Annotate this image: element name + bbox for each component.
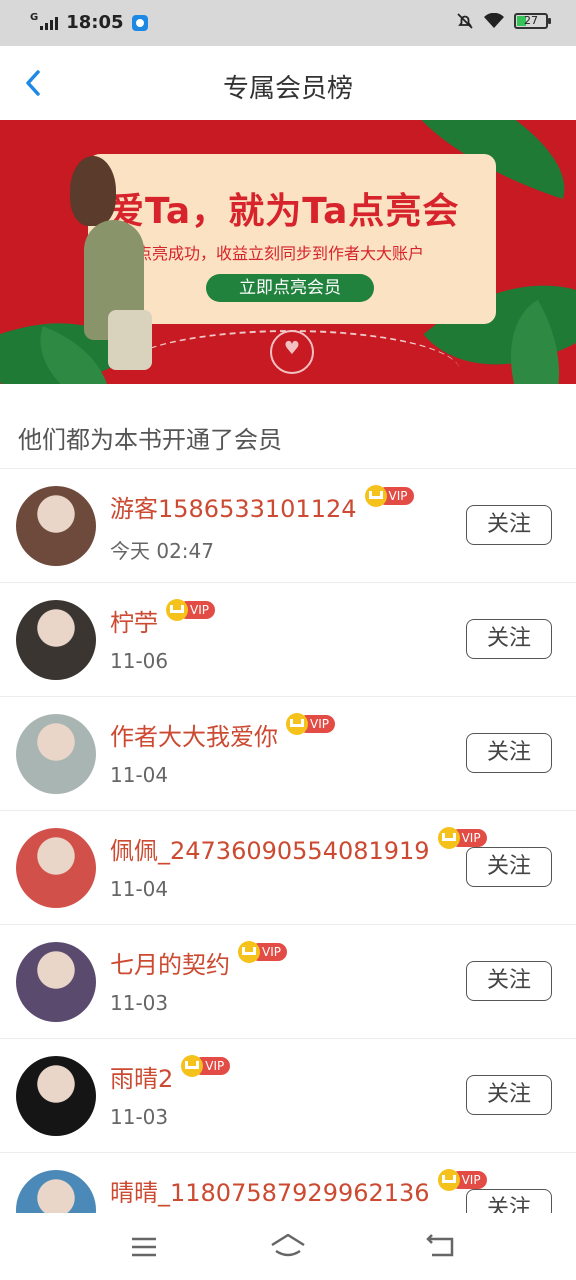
list-item[interactable]: 游客1586533101124 VIP 今天 02:47 关注 [0, 469, 576, 583]
signal-icon [40, 16, 59, 30]
member-time: 11-06 [110, 649, 169, 673]
banner-headline: 爱Ta，就为Ta点亮会员 [108, 191, 460, 284]
follow-button[interactable]: 关注 [466, 1075, 552, 1115]
battery-level: 27 [524, 14, 538, 27]
member-time: 11-04 [110, 877, 169, 901]
member-name[interactable]: 晴晴_11807587929962136 [110, 1173, 430, 1208]
crown-icon [238, 941, 260, 963]
crown-icon [166, 599, 188, 621]
follow-button[interactable]: 关注 [466, 847, 552, 887]
list-item[interactable]: 作者大大我爱你 VIP 11-04 关注 [0, 697, 576, 811]
member-time: 11-03 [110, 991, 169, 1015]
promo-banner[interactable]: 爱Ta，就为Ta点亮会员 点亮成功，收益立刻同步到作者大大账户 立即点亮会员 [0, 120, 576, 384]
section-title: 他们都为本书开通了会员 [18, 426, 282, 454]
status-bar: G 18:05 27 [0, 0, 576, 46]
member-name[interactable]: 作者大大我爱你 [110, 717, 278, 752]
list-item[interactable]: 晴晴_11807587929962136 VIP 关注 [0, 1153, 576, 1213]
system-nav-bar [0, 1213, 576, 1280]
follow-button[interactable]: 关注 [466, 1189, 552, 1213]
follow-button[interactable]: 关注 [466, 733, 552, 773]
page-title: 专属会员榜 [222, 74, 353, 104]
status-time: 18:05 [66, 12, 124, 33]
follow-button[interactable]: 关注 [466, 961, 552, 1001]
wifi-icon [484, 13, 504, 28]
name-line: 佩佩_24736090554081919 VIP [110, 827, 487, 866]
member-time: 今天 02:47 [110, 539, 214, 563]
follow-button[interactable]: 关注 [466, 505, 552, 545]
vip-badge: VIP [437, 827, 487, 849]
member-time: 11-03 [110, 1105, 169, 1129]
status-left: G 18:05 [30, 12, 148, 33]
name-line: 七月的契约 VIP [110, 941, 287, 980]
crown-icon [437, 827, 460, 849]
banner-subtitle: 点亮成功，收益立刻同步到作者大大账户 [136, 244, 425, 263]
top-app-bar: 专属会员榜 [0, 46, 576, 121]
name-line: 作者大大我爱你 VIP [110, 713, 335, 752]
avatar[interactable] [16, 942, 96, 1022]
notification-app-icon [131, 14, 148, 31]
avatar[interactable] [16, 714, 96, 794]
menu-icon[interactable] [124, 1231, 164, 1263]
list-item[interactable]: 雨晴2 VIP 11-03 关注 [0, 1039, 576, 1153]
crown-icon [286, 713, 308, 735]
vip-badge: VIP [166, 599, 215, 621]
list-item[interactable]: 柠苧 VIP 11-06 关注 [0, 583, 576, 697]
members-section-header: 他们都为本书开通了会员 [0, 384, 576, 469]
crown-icon [364, 485, 387, 507]
avatar[interactable] [16, 600, 96, 680]
member-list[interactable]: 游客1586533101124 VIP 今天 02:47 关注 柠苧 VIP 1… [0, 469, 576, 1213]
member-name[interactable]: 七月的契约 [110, 945, 230, 980]
member-time: 11-04 [110, 763, 169, 787]
name-line: 雨晴2 VIP [110, 1055, 231, 1094]
banner-card: 爱Ta，就为Ta点亮会员 点亮成功，收益立刻同步到作者大大账户 立即点亮会员 [88, 154, 496, 324]
list-item[interactable]: 七月的契约 VIP 11-03 关注 [0, 925, 576, 1039]
vip-badge: VIP [364, 485, 414, 507]
mute-bell-icon [457, 13, 473, 29]
name-line: 游客1586533101124 VIP [110, 485, 414, 524]
girl-illustration-head [70, 156, 116, 226]
light-up-member-button[interactable]: 立即点亮会员 [206, 274, 374, 302]
name-line: 晴晴_11807587929962136 VIP [110, 1169, 487, 1208]
list-item[interactable]: 佩佩_24736090554081919 VIP 11-04 关注 [0, 811, 576, 925]
member-name[interactable]: 柠苧 [110, 603, 158, 638]
vip-badge: VIP [238, 941, 287, 963]
name-line: 柠苧 VIP [110, 599, 215, 638]
avatar[interactable] [16, 486, 96, 566]
network-type: G [30, 12, 39, 23]
member-name[interactable]: 游客1586533101124 [110, 489, 357, 524]
member-name[interactable]: 佩佩_24736090554081919 [110, 831, 430, 866]
home-icon[interactable] [268, 1231, 308, 1263]
vip-badge: VIP [181, 1055, 231, 1077]
follow-button[interactable]: 关注 [466, 619, 552, 659]
vip-badge: VIP [437, 1169, 487, 1191]
avatar[interactable] [16, 1170, 96, 1213]
heart-seal-icon [270, 330, 314, 374]
avatar[interactable] [16, 828, 96, 908]
avatar[interactable] [16, 1056, 96, 1136]
member-name[interactable]: 雨晴2 [110, 1059, 173, 1094]
crown-icon [437, 1169, 460, 1191]
vip-badge: VIP [286, 713, 335, 735]
battery-icon: 27 [514, 13, 551, 29]
return-icon[interactable] [420, 1231, 460, 1263]
girl-illustration-legs [108, 310, 152, 370]
status-right: 27 [456, 12, 551, 30]
